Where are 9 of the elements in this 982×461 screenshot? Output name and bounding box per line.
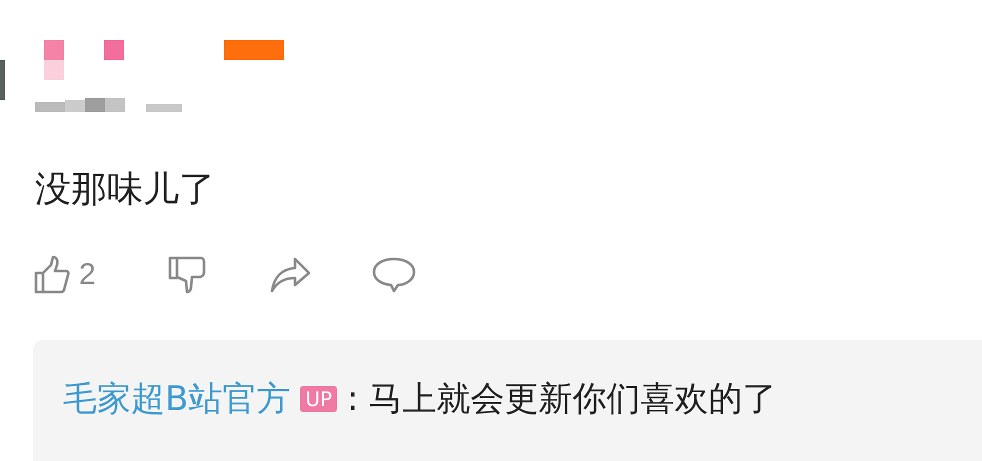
comment-icon[interactable] bbox=[371, 255, 417, 295]
up-badge: UP bbox=[300, 386, 338, 412]
reply-author[interactable]: 毛家超B站官方 bbox=[63, 376, 290, 422]
colon-separator: : bbox=[347, 379, 358, 419]
dislike-icon[interactable] bbox=[167, 255, 207, 295]
share-icon[interactable] bbox=[269, 255, 313, 295]
like-button[interactable]: 2 bbox=[33, 255, 167, 295]
reply-text: 马上就会更新你们喜欢的了 bbox=[368, 378, 776, 421]
comment-text: 没那味儿了 bbox=[35, 168, 215, 212]
